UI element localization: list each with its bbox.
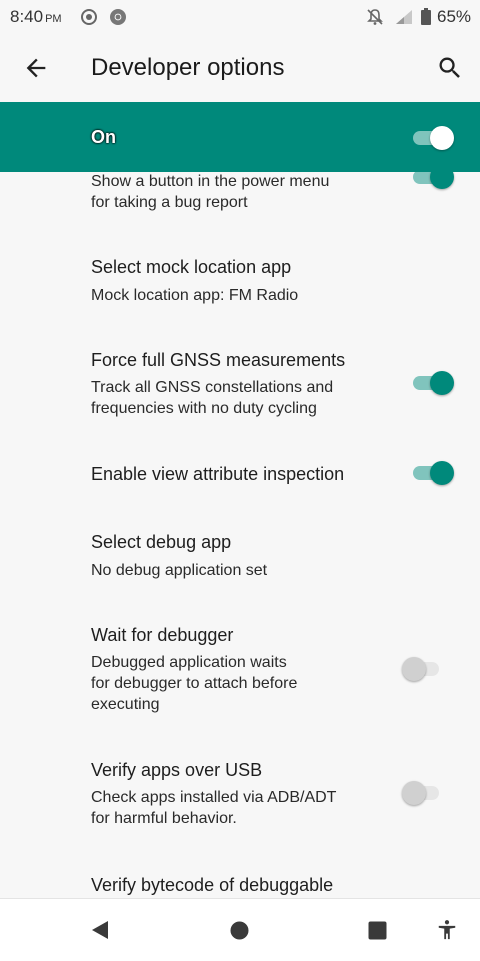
gnss-toggle[interactable]: [410, 369, 456, 397]
toggle-thumb: [402, 781, 426, 805]
status-bar: 8:40 PM 65%: [0, 0, 480, 34]
list-item-debug-app[interactable]: Select debug app No debug application se…: [0, 520, 480, 610]
list-item-mock-location[interactable]: Select mock location app Mock location a…: [0, 230, 480, 340]
list-item-title: Select debug app: [91, 532, 232, 552]
list-item-summary: No debug application set: [91, 562, 268, 579]
list-item-title: Force full GNSS measurements: [91, 350, 346, 370]
master-switch-bar[interactable]: On: [0, 102, 480, 172]
wait-debugger-toggle[interactable]: [402, 655, 448, 683]
battery-percent: 65%: [437, 7, 472, 26]
list-item-title: Select mock location app: [91, 257, 292, 277]
verify-usb-toggle[interactable]: [402, 779, 448, 807]
recents-square-icon[interactable]: [368, 921, 387, 945]
list-item-title: Wait for debugger: [91, 625, 234, 645]
list-item-summary: Check apps installed via ADB/ADT for har…: [91, 789, 337, 827]
list-item-summary: Mock location app: FM Radio: [91, 287, 299, 304]
navigation-bar: [0, 898, 480, 961]
master-switch-label: On: [91, 127, 116, 147]
home-circle-icon[interactable]: [230, 921, 249, 945]
signal-icon: [394, 8, 414, 31]
settings-list[interactable]: Show a button in the power menu for taki…: [0, 160, 480, 898]
list-item-title: Enable view attribute inspection: [91, 464, 345, 484]
back-triangle-icon[interactable]: [90, 920, 110, 945]
location-icon: [80, 8, 98, 31]
list-item-view-attribute[interactable]: Enable view attribute inspection: [0, 430, 480, 520]
status-time: 8:40 PM: [10, 7, 62, 26]
toggle-thumb: [402, 657, 426, 681]
list-item-wait-debugger[interactable]: Wait for debugger Debugged application w…: [0, 610, 480, 735]
list-item-title: Verify apps over USB: [91, 760, 263, 780]
page-title: Developer options: [91, 54, 285, 81]
view-attribute-toggle[interactable]: [410, 459, 456, 487]
master-toggle[interactable]: [410, 124, 456, 152]
list-item-verify-usb[interactable]: Verify apps over USB Check apps installe…: [0, 735, 480, 845]
master-toggle-thumb: [430, 126, 454, 150]
list-item-verify-bytecode[interactable]: Verify bytecode of debuggable: [0, 845, 480, 898]
accessibility-icon[interactable]: [436, 918, 458, 947]
list-item-title: Verify bytecode of debuggable: [91, 875, 334, 895]
list-item-summary: Debugged application waits for debugger …: [91, 654, 298, 713]
list-item-summary: Show a button in the power menu for taki…: [91, 173, 330, 211]
search-icon[interactable]: [436, 54, 464, 87]
list-item-gnss[interactable]: Force full GNSS measurements Track all G…: [0, 340, 480, 430]
list-item-summary: Track all GNSS constellations and freque…: [91, 379, 334, 417]
arrow-back-icon[interactable]: [22, 54, 50, 87]
notifications-off-icon: [366, 8, 384, 31]
toggle-thumb: [430, 371, 454, 395]
chrome-icon: [109, 8, 127, 31]
app-bar: Developer options: [0, 34, 480, 102]
status-ampm: PM: [45, 13, 62, 25]
battery-icon: [420, 8, 432, 31]
toggle-thumb: [430, 461, 454, 485]
